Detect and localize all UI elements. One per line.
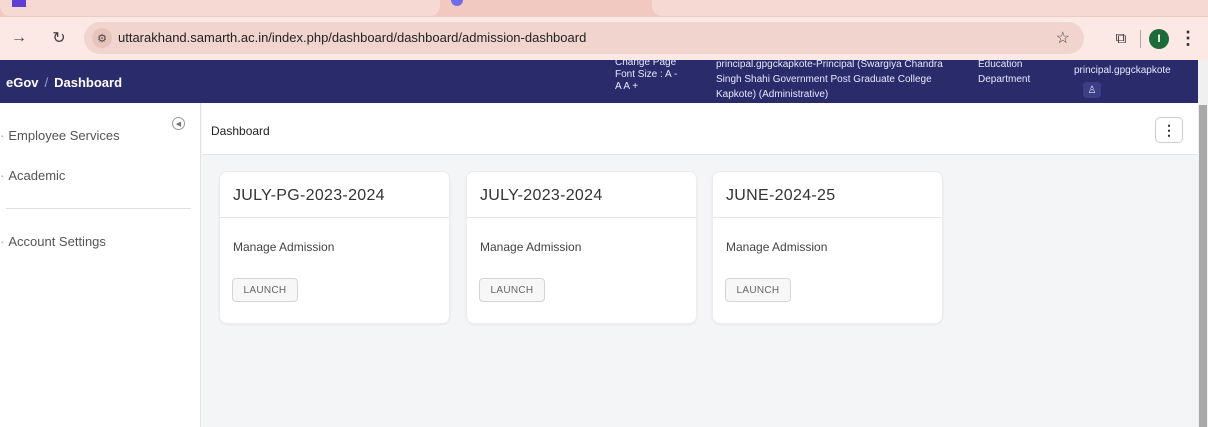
browser-toolbar: → ↻ ⚙ uttarakhand.samarth.ac.in/index.ph… bbox=[0, 17, 1208, 60]
more-options-icon[interactable]: ⋮ bbox=[1155, 117, 1183, 143]
sidebar-item-employee-services[interactable]: · Employee Services bbox=[0, 128, 120, 143]
card-title: JUNE-2024-25 bbox=[726, 187, 836, 204]
user-icon[interactable]: ♙ bbox=[1083, 82, 1101, 98]
breadcrumb-egov[interactable]: eGov bbox=[6, 75, 39, 90]
reload-icon[interactable]: ↻ bbox=[48, 27, 70, 49]
tab-favicon-icon bbox=[451, 0, 463, 6]
site-settings-icon[interactable]: ⚙ bbox=[92, 28, 112, 48]
launch-button[interactable]: LAUNCH bbox=[725, 278, 791, 302]
card-divider bbox=[467, 217, 696, 218]
browser-tab-strip bbox=[0, 0, 1208, 17]
sidebar-item-label: Academic bbox=[8, 168, 66, 183]
department-text: Education Department bbox=[978, 60, 1031, 85]
forward-arrow-icon[interactable]: → bbox=[8, 27, 30, 49]
sidebar-item-academic[interactable]: · Academic bbox=[0, 168, 65, 183]
profile-avatar[interactable]: I bbox=[1149, 29, 1169, 49]
card-divider bbox=[220, 217, 449, 218]
browser-menu-icon[interactable]: ⋮ bbox=[1179, 27, 1197, 49]
breadcrumb: eGov / Dashboard bbox=[6, 75, 122, 90]
bullet-icon: · bbox=[0, 128, 5, 143]
admission-card: JULY-PG-2023-2024 Manage Admission LAUNC… bbox=[219, 171, 450, 324]
bullet-icon: · bbox=[0, 168, 5, 183]
tab-favicon-icon bbox=[12, 0, 26, 7]
card-title: JULY-2023-2024 bbox=[480, 187, 603, 204]
sidebar: · Employee Services ◀ · Academic · Account … bbox=[0, 103, 201, 427]
breadcrumb-dashboard: Dashboard bbox=[54, 75, 123, 90]
sidebar-item-account-settings[interactable]: · Account Settings bbox=[0, 234, 106, 249]
font-size-control: Change Page Font Size : A - A A + bbox=[615, 60, 705, 93]
manage-admission-link[interactable]: Manage Admission bbox=[233, 240, 334, 254]
manage-admission-link[interactable]: Manage Admission bbox=[726, 240, 827, 254]
breadcrumb-separator: / bbox=[44, 75, 49, 90]
extensions-puzzle-icon[interactable]: ⧉ bbox=[1110, 27, 1132, 49]
page-scrollbar-thumb[interactable] bbox=[1199, 105, 1207, 427]
content-header: Dashboard ⋮ bbox=[202, 103, 1198, 155]
admission-card: JULY-2023-2024 Manage Admission LAUNCH bbox=[466, 171, 697, 324]
card-divider bbox=[713, 217, 942, 218]
sidebar-divider bbox=[6, 208, 191, 209]
admission-card: JUNE-2024-25 Manage Admission LAUNCH bbox=[712, 171, 943, 324]
sidebar-item-label: Account Settings bbox=[8, 234, 106, 249]
font-decrease-button[interactable]: A - bbox=[665, 69, 677, 80]
browser-tab-1[interactable] bbox=[0, 0, 440, 16]
card-title: JULY-PG-2023-2024 bbox=[233, 187, 385, 204]
toolbar-divider bbox=[1140, 30, 1141, 48]
font-reset-button[interactable]: A bbox=[615, 81, 621, 92]
font-size-label-line2: Font Size : bbox=[615, 69, 663, 80]
launch-button[interactable]: LAUNCH bbox=[232, 278, 298, 302]
app-header: eGov / Dashboard Change Page Font Size : A… bbox=[0, 60, 1198, 103]
url-text: uttarakhand.samarth.ac.in/index.php/dash… bbox=[118, 30, 587, 45]
collapse-sidebar-icon[interactable]: ◀ bbox=[172, 117, 185, 130]
page-title: Dashboard bbox=[211, 124, 270, 138]
address-bar[interactable]: ⚙ uttarakhand.samarth.ac.in/index.php/da… bbox=[84, 22, 1084, 54]
bookmark-star-icon[interactable]: ☆ bbox=[1056, 28, 1070, 48]
font-increase-button[interactable]: A + bbox=[623, 81, 638, 92]
launch-button[interactable]: LAUNCH bbox=[479, 278, 545, 302]
browser-tab-3[interactable] bbox=[652, 0, 1208, 16]
font-size-label-line1: Change Page bbox=[615, 60, 677, 68]
sidebar-item-label: Employee Services bbox=[8, 128, 120, 143]
user-role-text: principal.gpgckapkote-Principal (Swargiy… bbox=[716, 60, 943, 100]
bullet-icon: · bbox=[0, 234, 5, 249]
username-text[interactable]: principal.gpgckapkote bbox=[1074, 65, 1171, 76]
manage-admission-link[interactable]: Manage Admission bbox=[480, 240, 581, 254]
